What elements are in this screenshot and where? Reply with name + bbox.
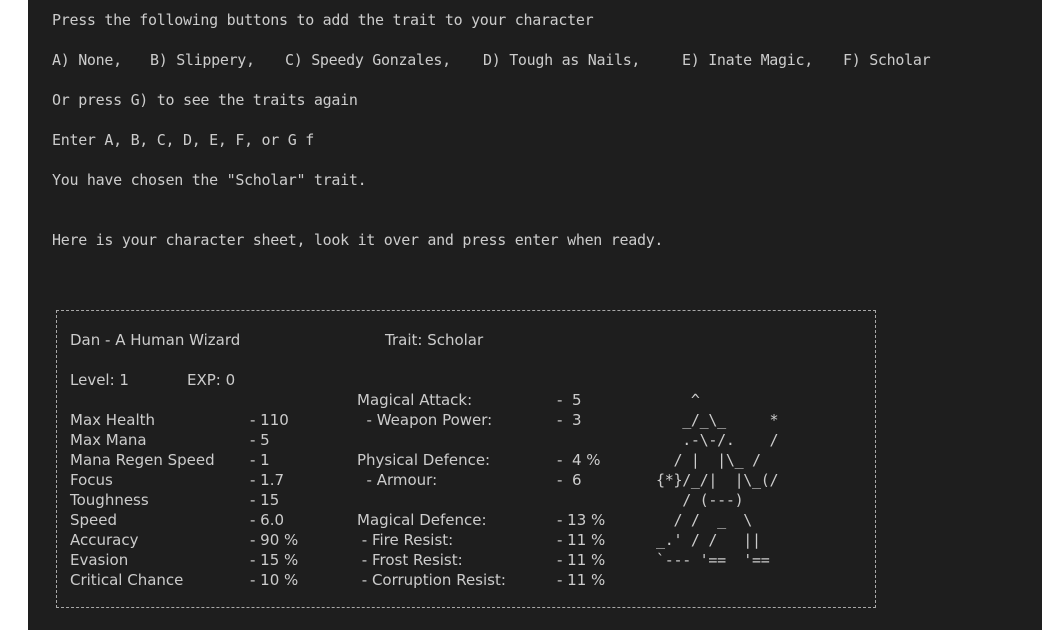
defence-value: - 3 <box>557 411 582 429</box>
terminal-output[interactable]: Press the following buttons to add the t… <box>28 0 1042 630</box>
stat-label: Accuracy <box>70 531 139 549</box>
wizard-art-line: / (---) <box>656 491 744 509</box>
stat-label: Max Mana <box>70 431 147 449</box>
sheet-intro-message: Here is your character sheet, look it ov… <box>52 231 664 249</box>
defence-value: - 11 % <box>557 571 606 589</box>
stat-value: - 15 % <box>250 551 299 569</box>
defence-value: - 11 % <box>557 551 606 569</box>
prompt-see-traits: Or press G) to see the traits again <box>52 91 358 109</box>
character-level: Level: 1 <box>70 371 129 389</box>
stat-value: - 5 <box>250 431 270 449</box>
stat-label: Evasion <box>70 551 129 569</box>
wizard-art-line: _.' / / || <box>656 531 761 549</box>
defence-label: Magical Defence: <box>357 511 487 529</box>
stat-label: Mana Regen Speed <box>70 451 215 469</box>
option-d: D) Tough as Nails, <box>483 51 641 69</box>
defence-value: - 13 % <box>557 511 606 529</box>
wizard-art-line: {*}/_/| |\_(/ <box>656 471 779 489</box>
defence-label: Magical Attack: <box>357 391 473 409</box>
defence-value: - 6 <box>557 471 582 489</box>
defence-label: - Weapon Power: <box>357 411 493 429</box>
defence-label: - Corruption Resist: <box>357 571 506 589</box>
stat-value: - 15 <box>250 491 280 509</box>
defence-label: - Fire Resist: <box>357 531 454 549</box>
stat-value: - 110 <box>250 411 289 429</box>
character-trait: Trait: Scholar <box>385 331 484 349</box>
wizard-art-line: / / _ \ <box>656 511 753 529</box>
option-f: F) Scholar <box>843 51 931 69</box>
prompt-enter-choice: Enter A, B, C, D, E, F, or G f <box>52 131 314 149</box>
defence-value: - 11 % <box>557 531 606 549</box>
wizard-art-line: _/_\_ * <box>656 411 779 429</box>
stat-label: Critical Chance <box>70 571 184 589</box>
character-name: Dan - A Human Wizard <box>70 331 241 349</box>
wizard-art-line: ^ <box>656 391 700 409</box>
defence-label: Physical Defence: <box>357 451 491 469</box>
option-a: A) None, <box>52 51 122 69</box>
wizard-art-line: / | |\_ / <box>656 451 761 469</box>
stat-label: Speed <box>70 511 118 529</box>
character-exp: EXP: 0 <box>187 371 236 389</box>
stat-label: Toughness <box>70 491 149 509</box>
stat-value: - 6.0 <box>250 511 285 529</box>
stat-value: - 10 % <box>250 571 299 589</box>
stat-label: Max Health <box>70 411 156 429</box>
wizard-art-line: .-\-/. / <box>656 431 779 449</box>
wizard-art-line: `--- '== '== <box>656 551 770 569</box>
option-b: B) Slippery, <box>150 51 255 69</box>
stat-value: - 1 <box>250 451 270 469</box>
stat-label: Focus <box>70 471 113 489</box>
stat-value: - 1.7 <box>250 471 285 489</box>
chosen-trait-message: You have chosen the "Scholar" trait. <box>52 171 367 189</box>
defence-value: - 4 % <box>557 451 601 469</box>
defence-value: - 5 <box>557 391 582 409</box>
defence-label: - Frost Resist: <box>357 551 463 569</box>
stat-value: - 90 % <box>250 531 299 549</box>
defence-label: - Armour: <box>357 471 438 489</box>
option-c: C) Speedy Gonzales, <box>285 51 451 69</box>
prompt-instruction: Press the following buttons to add the t… <box>52 11 594 29</box>
option-e: E) Inate Magic, <box>682 51 813 69</box>
